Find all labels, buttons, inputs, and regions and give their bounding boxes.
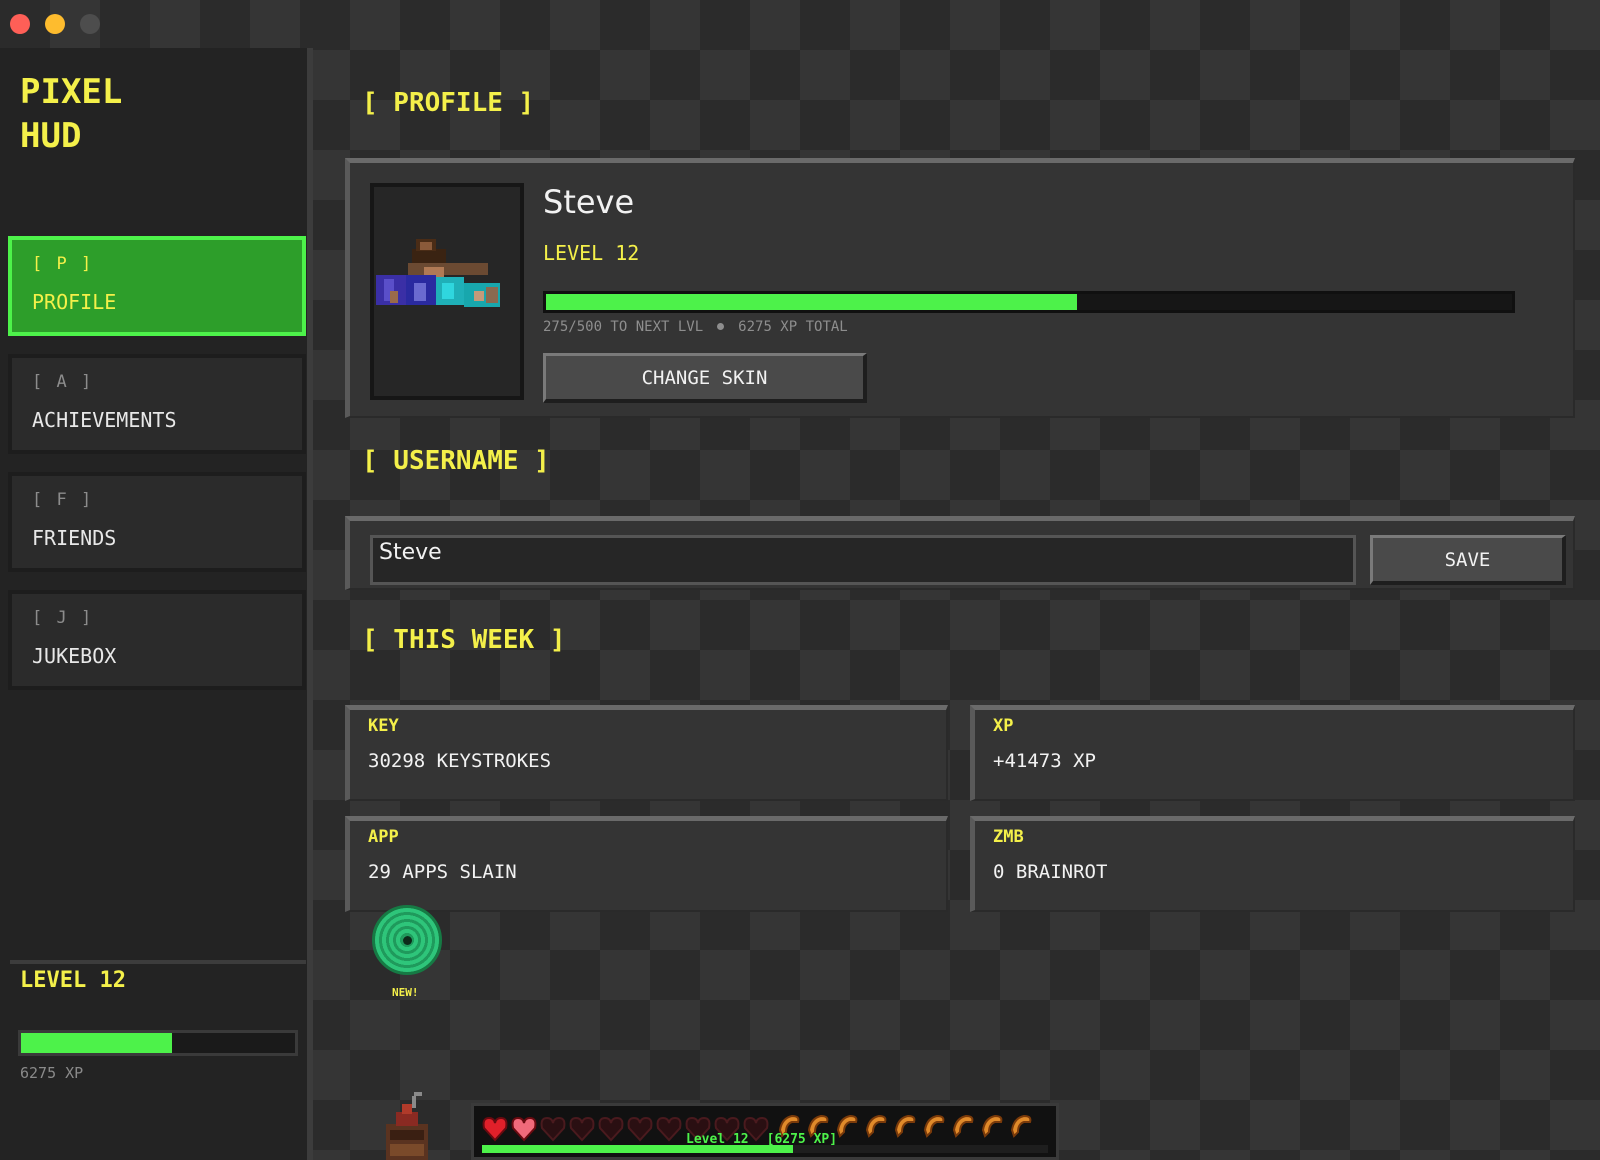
sidebar-level: LEVEL 12 (20, 968, 126, 993)
heart-icon (569, 1116, 595, 1142)
profile-xp-bar (543, 291, 1515, 313)
sidebar-xp-bar-fill (21, 1033, 172, 1053)
new-badge: NEW! (392, 986, 419, 999)
app-logo: PIXEL HUD (20, 72, 123, 156)
heart-icon (598, 1116, 624, 1142)
profile-section-title: [ PROFILE ] (362, 88, 535, 118)
heart-icon (656, 1116, 682, 1142)
drumstick-icon (865, 1114, 887, 1138)
hud-hotbar: Level 12 [6275 XP] (471, 1103, 1059, 1160)
heart-icon (482, 1116, 508, 1142)
music-disc-icon[interactable] (372, 905, 442, 975)
sidebar-xp-bar (18, 1030, 298, 1056)
stat-card-keystrokes: KEY 30298 KEYSTROKES (345, 705, 948, 801)
sidebar-item-jukebox[interactable]: [ J ] JUKEBOX (8, 590, 306, 690)
drumstick-icon (836, 1114, 858, 1138)
sidebar-xp-total: 6275 XP (20, 1064, 84, 1082)
sidebar-item-label: JUKEBOX (32, 644, 117, 668)
jukebox-icon[interactable] (382, 1090, 432, 1160)
sidebar: PIXEL HUD [ P ] PROFILE [ A ] ACHIEVEMEN… (0, 48, 313, 1160)
minimize-window-button[interactable] (45, 14, 65, 34)
drumstick-icon (894, 1114, 916, 1138)
profile-level: LEVEL 12 (543, 241, 640, 265)
heart-icon (511, 1116, 537, 1142)
sidebar-item-key: [ A ] (32, 372, 94, 392)
drumstick-icon (952, 1114, 974, 1138)
app-window: PIXEL HUD [ P ] PROFILE [ A ] ACHIEVEMEN… (0, 0, 1600, 1160)
heart-icon (627, 1116, 653, 1142)
save-button[interactable]: SAVE (1370, 535, 1566, 585)
username-section-title: [ USERNAME ] (362, 446, 550, 476)
hud-xp-bar (482, 1145, 1048, 1153)
close-window-button[interactable] (10, 14, 30, 34)
stat-card-apps: APP 29 APPS SLAIN (345, 816, 948, 912)
week-section-title: [ THIS WEEK ] (362, 625, 566, 655)
profile-xp-bar-fill (546, 294, 1078, 310)
zoom-window-button[interactable] (80, 14, 100, 34)
stat-card-xp: XP +41473 XP (970, 705, 1575, 801)
hud-xp-bar-fill (482, 1145, 794, 1153)
drumstick-icon (1010, 1114, 1032, 1138)
stat-card-brainrot: ZMB 0 BRAINROT (970, 816, 1575, 912)
profile-name: Steve (543, 183, 635, 221)
sidebar-divider (10, 960, 306, 964)
drumstick-icon (923, 1114, 945, 1138)
change-skin-button[interactable]: CHANGE SKIN (543, 353, 867, 403)
username-panel: Steve SAVE (345, 516, 1575, 590)
drumstick-icon (981, 1114, 1003, 1138)
sidebar-item-label: PROFILE (32, 290, 117, 314)
profile-xp-text: 275/500 TO NEXT LVL 6275 XP TOTAL (543, 319, 848, 335)
sidebar-item-label: ACHIEVEMENTS (32, 408, 177, 432)
sidebar-item-profile[interactable]: [ P ] PROFILE (8, 236, 306, 336)
sidebar-item-achievements[interactable]: [ A ] ACHIEVEMENTS (8, 354, 306, 454)
sidebar-item-label: FRIENDS (32, 526, 117, 550)
sidebar-item-key: [ P ] (32, 254, 94, 274)
profile-panel: Steve LEVEL 12 275/500 TO NEXT LVL 6275 X… (345, 158, 1575, 418)
separator-dot-icon (717, 322, 725, 330)
sidebar-item-key: [ F ] (32, 490, 94, 510)
sidebar-item-friends[interactable]: [ F ] FRIENDS (8, 472, 306, 572)
skin-preview-icon (376, 239, 500, 307)
heart-icon (540, 1116, 566, 1142)
sidebar-item-key: [ J ] (32, 608, 94, 628)
avatar (370, 183, 524, 400)
username-input[interactable]: Steve (370, 535, 1356, 585)
title-bar (0, 0, 1600, 48)
